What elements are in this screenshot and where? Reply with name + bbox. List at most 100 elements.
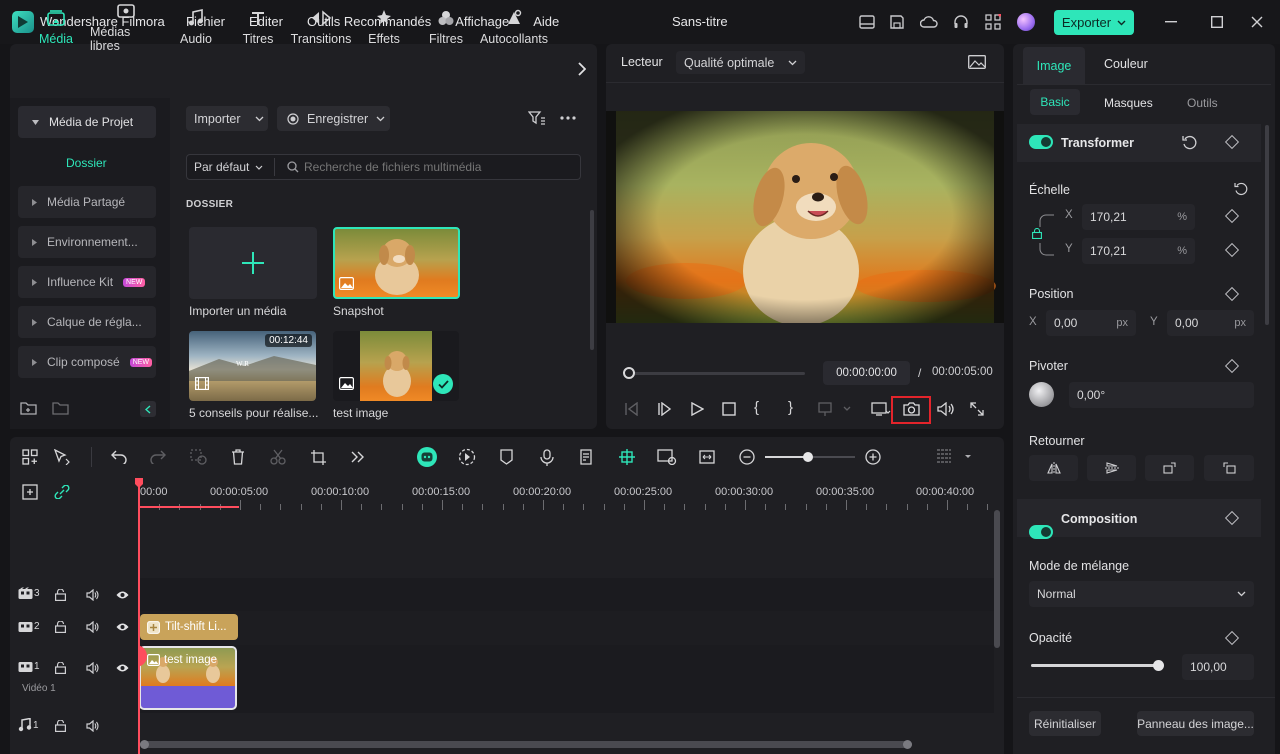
- layout-grid-icon[interactable]: [22, 449, 38, 465]
- move-folder-icon[interactable]: [52, 401, 69, 415]
- chevron-right-icon[interactable]: [578, 62, 586, 76]
- undo-icon[interactable]: [111, 450, 127, 464]
- tab-image[interactable]: Image: [1023, 47, 1085, 84]
- tool-filters[interactable]: Filtres: [424, 0, 468, 54]
- reset-icon[interactable]: [1182, 135, 1197, 150]
- import-media-tile[interactable]: [189, 227, 317, 299]
- minimize-icon[interactable]: [1160, 11, 1182, 33]
- playhead[interactable]: [138, 478, 140, 754]
- track-row-video-2[interactable]: [139, 611, 994, 645]
- track-settings-icon[interactable]: [936, 448, 972, 466]
- lock-icon[interactable]: [55, 589, 66, 601]
- add-track-icon[interactable]: [22, 484, 38, 500]
- rotate-dial[interactable]: [1029, 382, 1054, 407]
- sidebar-item-adjustment-layer[interactable]: Calque de régla...: [18, 306, 156, 338]
- timeline-vertical-scrollbar[interactable]: [994, 510, 1000, 648]
- lock-icon[interactable]: [55, 621, 66, 633]
- scrollbar-handle-left[interactable]: [140, 740, 149, 749]
- record-button[interactable]: Enregistrer: [277, 106, 390, 131]
- effect-clip[interactable]: Tilt-shift Li...: [140, 614, 238, 640]
- snapshot-thumbnail[interactable]: [333, 227, 460, 299]
- auto-highlight-icon[interactable]: [657, 449, 677, 465]
- lock-icon[interactable]: [55, 662, 66, 674]
- preview-canvas[interactable]: [606, 111, 1004, 323]
- lock-ratio-icon[interactable]: [1032, 228, 1042, 239]
- eye-icon[interactable]: [116, 622, 129, 632]
- current-time[interactable]: 00:00:00:00: [823, 361, 910, 385]
- more-icon[interactable]: [560, 116, 576, 120]
- tool-audio[interactable]: Audio: [174, 0, 218, 54]
- microphone-icon[interactable]: [540, 449, 554, 466]
- collapse-sidebar-button[interactable]: [140, 401, 156, 417]
- position-x-field[interactable]: 0,00 px: [1046, 310, 1136, 336]
- select-tool-icon[interactable]: [53, 449, 71, 465]
- filter-icon[interactable]: [528, 111, 546, 125]
- marker-icon[interactable]: [500, 449, 513, 465]
- track-row-video-1[interactable]: [139, 645, 994, 713]
- subtab-basic[interactable]: Basic: [1030, 89, 1080, 115]
- image-view-icon[interactable]: [968, 55, 986, 69]
- sidebar-item-influence-kit[interactable]: Influence Kit NEW: [18, 266, 156, 298]
- save-icon[interactable]: [886, 11, 908, 33]
- subtab-masks[interactable]: Masques: [1104, 96, 1153, 110]
- zoom-in-icon[interactable]: [865, 449, 881, 465]
- scrollbar-handle-right[interactable]: [903, 740, 912, 749]
- tool-stock-media[interactable]: Médias libres: [90, 0, 162, 54]
- flip-vertical-button[interactable]: [1087, 455, 1136, 481]
- maximize-icon[interactable]: [1206, 11, 1228, 33]
- avatar[interactable]: [1017, 13, 1035, 31]
- opacity-slider-handle[interactable]: [1153, 660, 1164, 671]
- opacity-field[interactable]: 100,00: [1182, 654, 1254, 680]
- rotate-counterclockwise-button[interactable]: [1204, 455, 1254, 481]
- speaker-icon[interactable]: [86, 621, 99, 633]
- timeline-horizontal-scrollbar[interactable]: [140, 741, 912, 748]
- apps-grid-icon[interactable]: [982, 11, 1004, 33]
- tool-transitions[interactable]: Transitions: [290, 0, 352, 54]
- scale-y-field[interactable]: 170,21 %: [1082, 238, 1195, 264]
- headset-icon[interactable]: [950, 11, 972, 33]
- test-image-thumbnail[interactable]: [333, 331, 459, 401]
- scale-x-field[interactable]: 170,21 %: [1082, 204, 1195, 230]
- image-panel-button[interactable]: Panneau des image...: [1137, 711, 1254, 736]
- track-row-video-3[interactable]: [139, 578, 994, 611]
- sidebar-item-shared-media[interactable]: Média Partagé: [18, 186, 156, 218]
- mark-in-icon[interactable]: {: [754, 399, 759, 416]
- blend-mode-dropdown[interactable]: Normal: [1029, 581, 1254, 607]
- delete-icon[interactable]: [231, 449, 245, 465]
- rotate-clockwise-button[interactable]: [1145, 455, 1194, 481]
- stop-icon[interactable]: [722, 402, 736, 416]
- sidebar-item-compound-clip[interactable]: Clip composé NEW: [18, 346, 156, 378]
- marker-dropdown-icon[interactable]: [818, 402, 852, 416]
- display-settings-icon[interactable]: [871, 402, 891, 416]
- sort-dropdown[interactable]: Par défaut: [194, 160, 263, 174]
- camera-icon[interactable]: [903, 402, 920, 416]
- ripple-delete-icon[interactable]: [190, 449, 208, 465]
- close-icon[interactable]: [1246, 11, 1268, 33]
- tool-stickers[interactable]: Autocollants: [478, 0, 550, 54]
- sidebar-item-folder[interactable]: Dossier: [66, 156, 107, 170]
- ai-copilot-icon[interactable]: [417, 447, 437, 467]
- tool-effects[interactable]: Effets: [362, 0, 406, 54]
- fullscreen-icon[interactable]: [970, 402, 984, 416]
- rotate-field[interactable]: 0,00°: [1069, 382, 1254, 408]
- auto-reframe-icon[interactable]: [458, 448, 476, 466]
- lock-icon[interactable]: [55, 720, 66, 732]
- layout-icon[interactable]: [856, 11, 878, 33]
- snap-icon[interactable]: [618, 448, 636, 466]
- speaker-icon[interactable]: [86, 662, 99, 674]
- position-y-field[interactable]: 0,00 px: [1167, 310, 1254, 336]
- reset-icon[interactable]: [1234, 182, 1248, 196]
- new-folder-icon[interactable]: [20, 401, 37, 415]
- import-button[interactable]: Importer: [186, 106, 268, 131]
- more-tools-icon[interactable]: [351, 451, 365, 463]
- video-thumbnail[interactable]: W R 00:12:44: [189, 331, 316, 401]
- next-frame-icon[interactable]: [657, 402, 673, 416]
- properties-scrollbar[interactable]: [1265, 125, 1269, 325]
- sidebar-item-environment[interactable]: Environnement...: [18, 226, 156, 258]
- text-to-speech-icon[interactable]: [579, 449, 595, 465]
- sidebar-item-project-media[interactable]: Média de Projet: [18, 106, 156, 138]
- tool-titles[interactable]: Titres: [236, 0, 280, 54]
- cloud-icon[interactable]: [918, 11, 940, 33]
- crop-icon[interactable]: [310, 449, 327, 466]
- volume-icon[interactable]: [937, 402, 955, 416]
